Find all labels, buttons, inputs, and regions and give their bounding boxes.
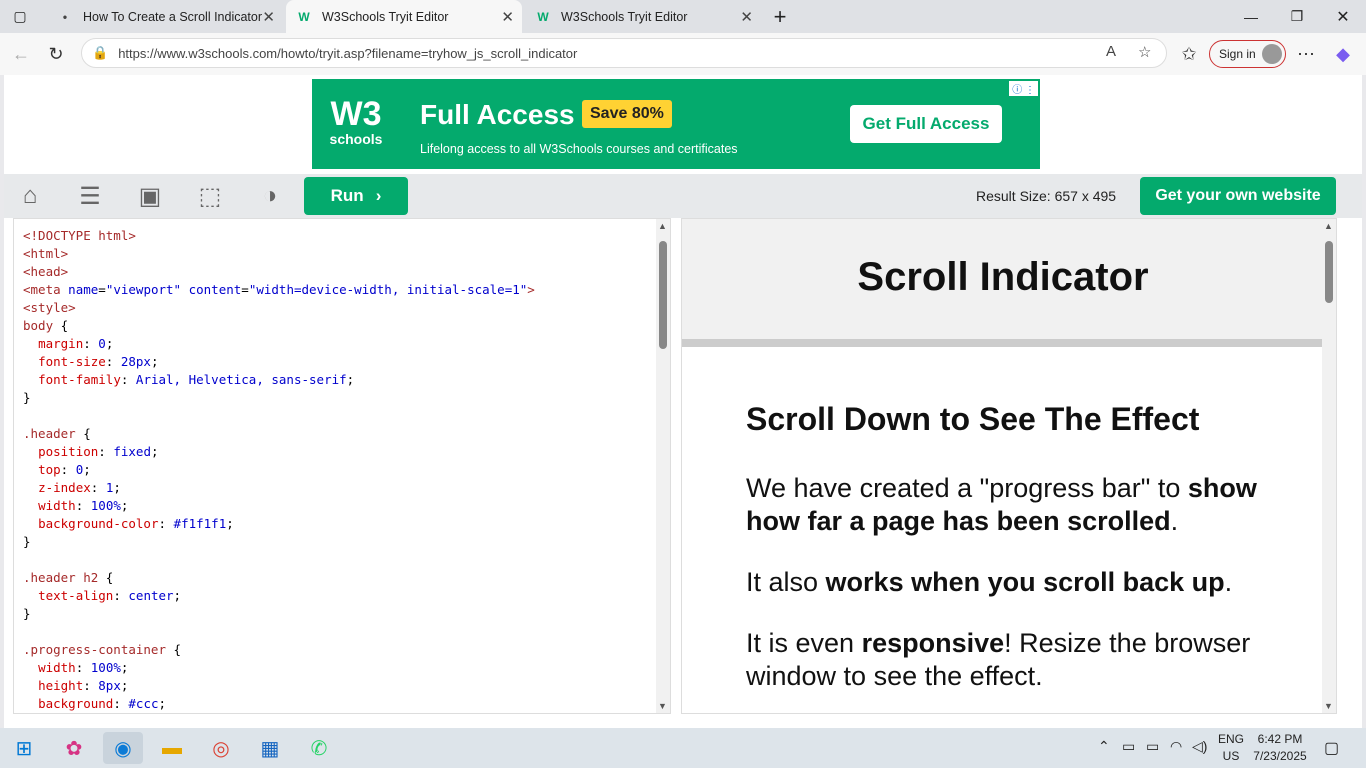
- avatar: [1262, 44, 1282, 64]
- theme-toggle-icon[interactable]: ◑: [254, 180, 286, 212]
- rotate-layout-icon[interactable]: ⬚: [194, 180, 226, 212]
- windows-taskbar: ⊞ ✿ ◉ ▬ ◎ ▦ ✆ ⌃ ▭ ▭ ◠ ◁) ENG US 6:42 PM …: [0, 728, 1366, 768]
- clock-date: 7/23/2025: [1253, 749, 1307, 763]
- progress-bar-container: [682, 339, 1324, 347]
- menu-icon[interactable]: ☰: [74, 180, 106, 212]
- read-aloud-icon[interactable]: A: [1106, 43, 1116, 60]
- chrome-app-icon[interactable]: ◎: [201, 732, 241, 764]
- text: .: [1224, 567, 1233, 597]
- tab-scroll-indicator[interactable]: • How To Create a Scroll Indicator ✕: [47, 0, 283, 33]
- close-icon[interactable]: ✕: [262, 8, 275, 26]
- w3-favicon-icon: W: [298, 9, 310, 24]
- copilot-icon[interactable]: ◆: [1330, 41, 1356, 67]
- home-icon[interactable]: ⌂: [14, 180, 46, 212]
- battery-icon[interactable]: ▭: [1146, 738, 1159, 755]
- tab-tryit-editor-active[interactable]: W W3Schools Tryit Editor ✕: [286, 0, 522, 33]
- paragraph-3: It is even responsive! Resize the browse…: [746, 627, 1306, 693]
- url-text: https://www.w3schools.com/howto/tryit.as…: [118, 45, 578, 61]
- save-icon[interactable]: ▣: [134, 180, 166, 212]
- edge-app-icon[interactable]: ◉: [103, 732, 143, 764]
- address-bar-row: ← ↻ 🔒 https://www.w3schools.com/howto/tr…: [0, 33, 1366, 75]
- text: We have created a "progress bar" to: [746, 473, 1188, 503]
- scroll-up-icon[interactable]: ▲: [658, 221, 667, 231]
- code-editor[interactable]: <!DOCTYPE html> <html> <head> <meta name…: [13, 218, 671, 714]
- close-icon[interactable]: ✕: [501, 8, 514, 26]
- tab-tryit-editor[interactable]: W W3Schools Tryit Editor ✕: [525, 0, 761, 33]
- scroll-down-icon[interactable]: ▼: [658, 701, 667, 711]
- store-app-icon[interactable]: ▦: [250, 732, 290, 764]
- more-menu-icon[interactable]: ⋯: [1293, 41, 1319, 67]
- paragraph-1: We have created a "progress bar" to show…: [746, 472, 1306, 538]
- logo-mark: W3: [330, 95, 382, 133]
- wifi-icon[interactable]: ◠: [1170, 738, 1182, 755]
- run-button[interactable]: Run ›: [304, 177, 408, 215]
- scrollbar-thumb[interactable]: [1325, 241, 1333, 303]
- bold-text: responsive: [861, 628, 1005, 658]
- back-icon[interactable]: ←: [8, 41, 34, 67]
- lock-icon: 🔒: [92, 45, 109, 60]
- sign-in-button[interactable]: Sign in: [1209, 40, 1286, 68]
- run-label: Run: [330, 186, 364, 205]
- code-content[interactable]: <!DOCTYPE html> <html> <head> <meta name…: [23, 227, 535, 713]
- ad-save-badge: Save 80%: [582, 100, 672, 128]
- clock[interactable]: 6:42 PM 7/23/2025: [1250, 731, 1310, 765]
- w3-favicon-icon: •: [62, 9, 68, 24]
- minimize-icon[interactable]: —: [1228, 0, 1274, 33]
- tab-title: W3Schools Tryit Editor: [322, 9, 449, 24]
- language-indicator[interactable]: ENG US: [1214, 731, 1248, 765]
- bold-text: works when you scroll back up: [825, 567, 1225, 597]
- text: It also: [746, 567, 826, 597]
- result-body: Scroll Down to See The Effect We have cr…: [746, 401, 1306, 713]
- tryit-toolbar: ⌂ ☰ ▣ ⬚ ◑ Run › Result Size: 657 x 495 G…: [4, 174, 1362, 218]
- lang-region: US: [1222, 749, 1240, 763]
- chevron-right-icon: ›: [375, 186, 382, 205]
- windows-start-icon[interactable]: ⊞: [4, 732, 44, 764]
- scroll-down-icon[interactable]: ▼: [1324, 701, 1333, 711]
- text: .: [1170, 506, 1179, 536]
- browser-tab-bar: ▢ • How To Create a Scroll Indicator ✕ W…: [0, 0, 1366, 33]
- reload-icon[interactable]: ↻: [43, 41, 69, 67]
- result-scrollbar[interactable]: ▲ ▼: [1322, 219, 1336, 713]
- whatsapp-app-icon[interactable]: ✆: [299, 732, 339, 764]
- favorites-icon[interactable]: ✩: [1176, 41, 1202, 67]
- tab-title: W3Schools Tryit Editor: [561, 9, 688, 24]
- close-icon[interactable]: ✕: [740, 8, 753, 26]
- ad-info-icon[interactable]: ⓘ ⋮: [1009, 81, 1038, 96]
- result-subheading: Scroll Down to See The Effect: [746, 401, 1200, 437]
- lang-code: ENG: [1217, 732, 1244, 746]
- get-full-access-button[interactable]: Get Full Access: [850, 105, 1002, 143]
- copilot-app-icon[interactable]: ✿: [54, 732, 94, 764]
- ad-subtitle: Lifelong access to all W3Schools courses…: [420, 142, 738, 156]
- get-your-own-website-button[interactable]: Get your own website: [1140, 177, 1336, 215]
- ad-title: Full Access: [420, 99, 575, 130]
- tab-title: How To Create a Scroll Indicator: [83, 9, 263, 24]
- paragraph-2: It also works when you scroll back up.: [746, 566, 1306, 599]
- favorite-star-icon[interactable]: ☆: [1138, 43, 1151, 61]
- volume-icon[interactable]: ◁): [1192, 738, 1207, 755]
- logo-sub: schools: [329, 131, 383, 147]
- url-field[interactable]: 🔒 https://www.w3schools.com/howto/tryit.…: [81, 38, 1167, 68]
- w3-favicon-icon: W: [537, 9, 549, 24]
- page-content: W3 schools Full Access Save 80% Lifelong…: [4, 75, 1362, 728]
- result-frame[interactable]: Scroll Indicator Scroll Down to See The …: [681, 218, 1337, 714]
- scrollbar-thumb[interactable]: [659, 241, 667, 349]
- sidebar-toggle-icon[interactable]: ▢: [0, 0, 40, 33]
- scroll-up-icon[interactable]: ▲: [1324, 221, 1333, 231]
- window-close-icon[interactable]: ✕: [1320, 0, 1366, 33]
- result-size: Result Size: 657 x 495: [976, 188, 1117, 204]
- file-explorer-icon[interactable]: ▬: [152, 732, 192, 764]
- meet-now-icon[interactable]: ▭: [1122, 738, 1135, 755]
- w3schools-logo: W3 schools: [326, 97, 386, 147]
- result-header: Scroll Indicator: [682, 219, 1324, 339]
- restore-icon[interactable]: ❐: [1274, 0, 1320, 33]
- new-tab-icon[interactable]: +: [758, 0, 802, 33]
- ad-banner[interactable]: W3 schools Full Access Save 80% Lifelong…: [312, 79, 1040, 169]
- sign-in-label: Sign in: [1219, 47, 1256, 61]
- result-heading: Scroll Indicator: [857, 255, 1149, 299]
- clock-time: 6:42 PM: [1257, 732, 1303, 746]
- text: It is even: [746, 628, 862, 658]
- editor-scrollbar[interactable]: ▲ ▼: [656, 219, 670, 713]
- notification-icon[interactable]: ▢: [1324, 738, 1339, 758]
- chevron-up-icon[interactable]: ⌃: [1098, 738, 1110, 755]
